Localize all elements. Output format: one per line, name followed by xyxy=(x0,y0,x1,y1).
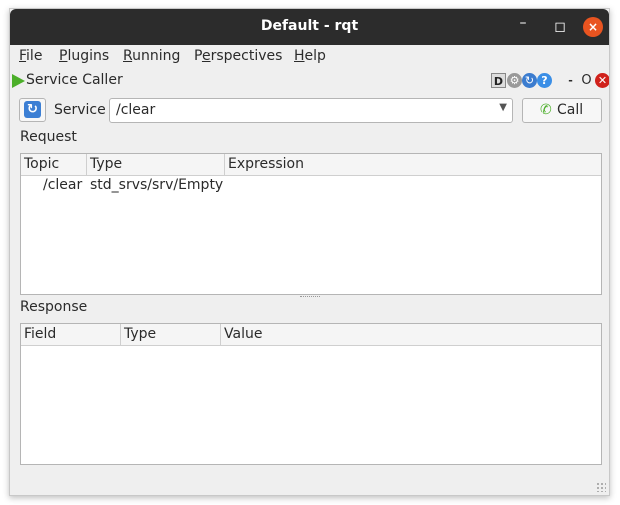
reload-icon[interactable]: ↻ xyxy=(522,73,537,88)
plugin-title-bar: Service Caller D ⚙ ↻ ? - O ✕ xyxy=(10,70,609,92)
title-bar: Default - rqt – ◻ × xyxy=(10,9,609,45)
column-header-type[interactable]: Type xyxy=(121,324,221,345)
help-icon[interactable]: ? xyxy=(537,73,552,88)
column-header-expression[interactable]: Expression xyxy=(225,154,601,175)
request-header: Topic Type Expression xyxy=(21,154,601,176)
request-label: Request xyxy=(20,129,77,145)
resize-grip[interactable] xyxy=(596,482,606,492)
topic-cell: /clear xyxy=(43,177,83,193)
column-header-topic[interactable]: Topic xyxy=(21,154,87,175)
dock-icon[interactable]: D xyxy=(491,73,506,88)
close-window-button[interactable]: × xyxy=(583,17,603,37)
menu-bar: File Plugins Running Perspectives Help xyxy=(10,45,609,68)
column-header-value[interactable]: Value xyxy=(221,324,601,345)
maximize-window-button[interactable]: ◻ xyxy=(550,17,570,37)
menu-perspectives[interactable]: Perspectives xyxy=(194,48,282,64)
response-header: Field Type Value xyxy=(21,324,601,346)
menu-help[interactable]: Help xyxy=(294,48,326,64)
rqt-window: Default - rqt – ◻ × File Plugins Running… xyxy=(9,8,610,496)
minimize-window-button[interactable]: – xyxy=(513,13,533,33)
chevron-down-icon: ▼ xyxy=(499,102,507,113)
minimize-icon[interactable]: - xyxy=(563,73,578,88)
play-icon xyxy=(12,74,25,88)
response-tree[interactable]: Field Type Value xyxy=(20,323,602,465)
request-tree[interactable]: Topic Type Expression /clear std_srvs/sr… xyxy=(20,153,602,295)
close-icon[interactable]: ✕ xyxy=(595,73,609,88)
refresh-icon: ↻ xyxy=(24,101,41,118)
table-row[interactable]: /clear std_srvs/srv/Empty xyxy=(21,176,601,196)
refresh-services-button[interactable]: ↻ xyxy=(19,98,46,122)
menu-plugins[interactable]: Plugins xyxy=(59,48,109,64)
menu-running[interactable]: Running xyxy=(123,48,180,64)
splitter-handle[interactable] xyxy=(300,296,320,300)
service-label: Service xyxy=(54,102,106,118)
settings-icon[interactable]: ⚙ xyxy=(507,73,522,88)
phone-icon: ✆ xyxy=(540,102,552,118)
menu-file[interactable]: File xyxy=(19,48,42,64)
type-cell: std_srvs/srv/Empty xyxy=(90,177,224,193)
service-value: /clear xyxy=(116,102,156,118)
call-button-label: Call xyxy=(557,102,584,118)
column-header-field[interactable]: Field xyxy=(21,324,121,345)
plugin-title: Service Caller xyxy=(26,72,123,88)
response-label: Response xyxy=(20,299,88,315)
service-select[interactable]: /clear ▼ xyxy=(109,98,513,123)
call-button[interactable]: ✆ Call xyxy=(522,98,602,123)
column-header-type[interactable]: Type xyxy=(87,154,225,175)
float-icon[interactable]: O xyxy=(579,73,594,88)
